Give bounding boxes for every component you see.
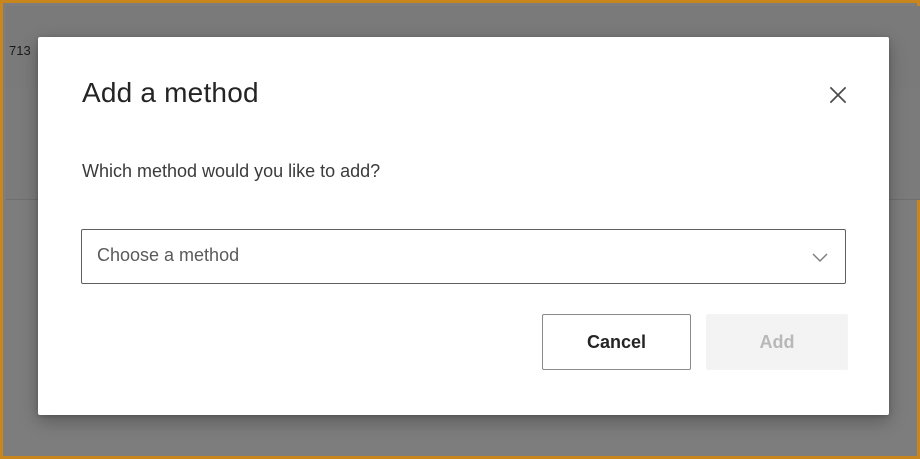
method-select[interactable]: Choose a method	[81, 229, 846, 284]
cancel-button[interactable]: Cancel	[542, 314, 691, 370]
add-method-dialog: Add a method Which method would you like…	[38, 37, 889, 415]
close-icon[interactable]	[826, 83, 850, 107]
method-select-placeholder: Choose a method	[97, 245, 240, 265]
dialog-title: Add a method	[82, 77, 259, 108]
background-partial-text: 713	[9, 43, 31, 58]
add-button[interactable]: Add	[706, 314, 848, 370]
dialog-question: Which method would you like to add?	[82, 161, 381, 181]
chevron-down-icon	[809, 246, 831, 268]
